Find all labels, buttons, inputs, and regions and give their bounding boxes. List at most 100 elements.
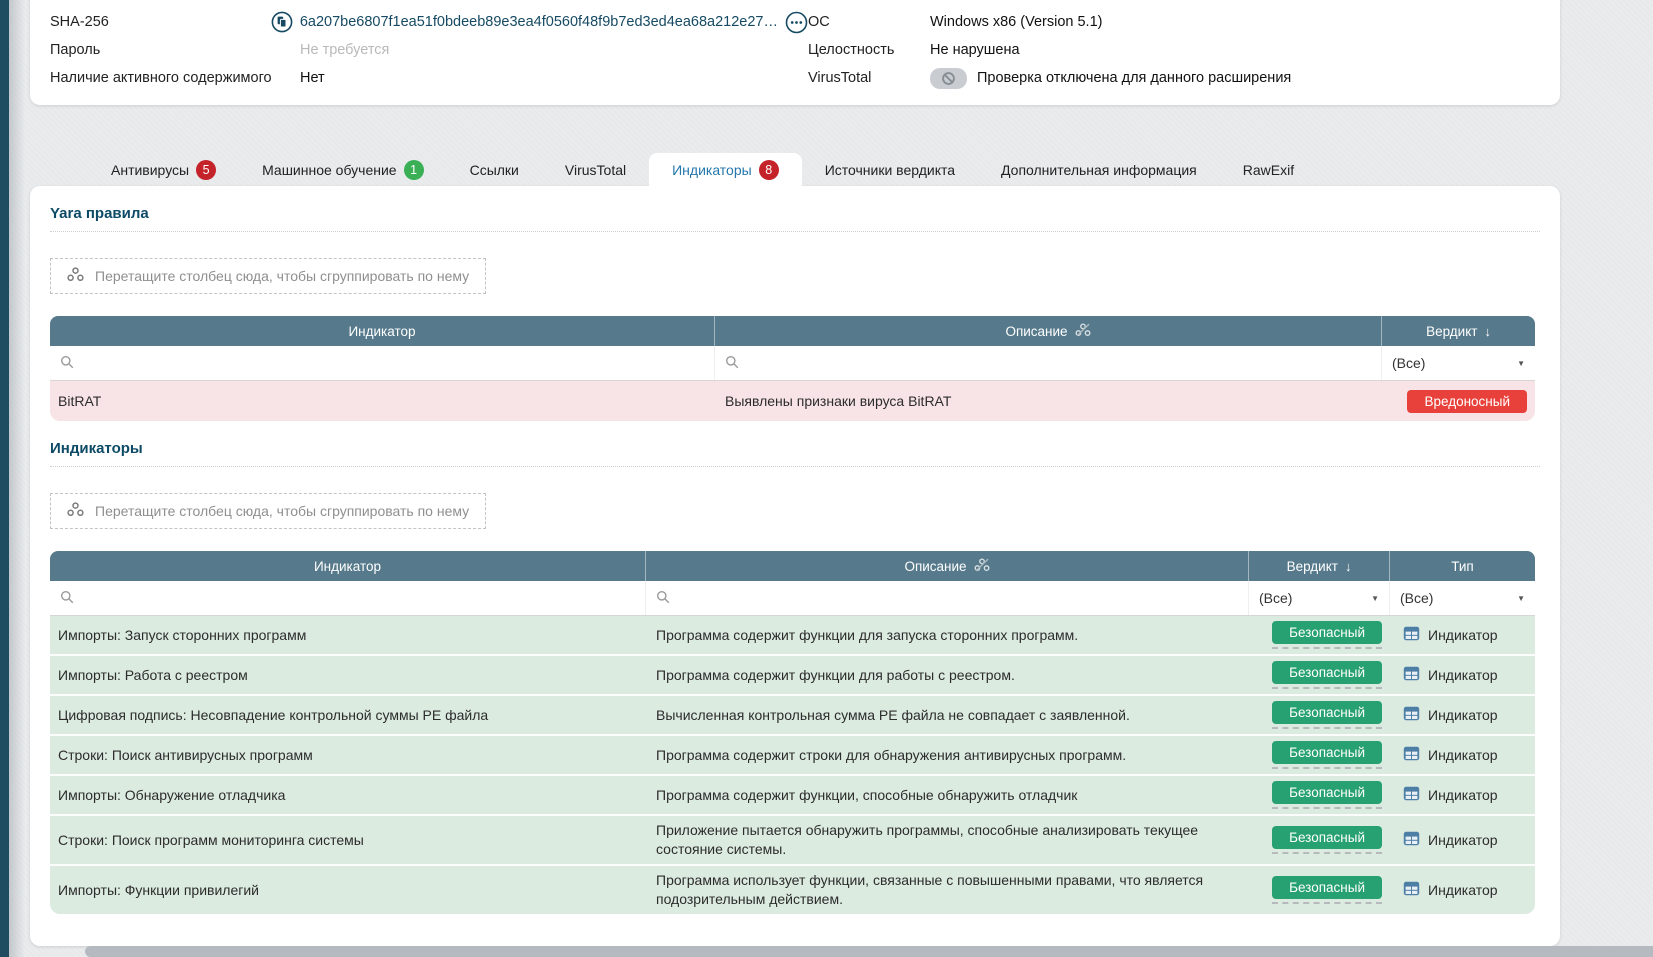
column-header[interactable]: Тип [1390, 551, 1535, 581]
table-row[interactable]: Импорты: Запуск сторонних программПрогра… [50, 616, 1535, 656]
badge-dashed-underline [1272, 807, 1382, 809]
indicator-type-icon [1403, 881, 1420, 899]
virustotal-row: VirusTotal Проверка отключена для данног… [808, 64, 1540, 92]
indicator-cell: Импорты: Обнаружение отладчика [50, 776, 646, 814]
tab-6[interactable]: Источники вердикта [802, 153, 978, 186]
indicators-table: ИндикаторОписаниеВердикт↓Тип (Все)▼(Все)… [50, 551, 1535, 914]
column-header[interactable]: Описание [715, 316, 1382, 346]
report-card: Yara правила Перетащите столбец сюда, чт… [30, 186, 1560, 946]
description-cell: Приложение пытается обнаружить программы… [646, 816, 1249, 864]
column-header-label: Индикатор [314, 559, 381, 574]
indicator-cell: BitRAT [50, 381, 715, 421]
indicator-cell: Строки: Поиск программ мониторинга систе… [50, 816, 646, 864]
section-divider [50, 231, 1540, 232]
table-row[interactable]: Строки: Поиск программ мониторинга систе… [50, 816, 1535, 866]
search-filter-input[interactable] [646, 581, 1249, 615]
column-header[interactable]: Индикатор [50, 551, 646, 581]
indicators-group-dropzone[interactable]: Перетащите столбец сюда, чтобы сгруппиро… [50, 493, 486, 529]
column-header[interactable]: Индикатор [50, 316, 715, 346]
tab-label: Ссылки [470, 162, 519, 178]
badge-dashed-underline [1272, 852, 1382, 854]
indicator-type-icon [1403, 666, 1420, 684]
column-header-label: Вердикт [1287, 559, 1338, 574]
yara-table-body: BitRATВыявлены признаки вируса BitRATВре… [50, 381, 1535, 421]
tab-3[interactable]: Ссылки [447, 153, 542, 186]
table-row[interactable]: Импорты: Функции привилегийПрограмма исп… [50, 866, 1535, 914]
table-row[interactable]: Импорты: Работа с реестромПрограмма соде… [50, 656, 1535, 696]
yara-table-filter-row: (Все)▼ [50, 346, 1535, 381]
group-hint-text: Перетащите столбец сюда, чтобы сгруппиро… [95, 268, 469, 284]
no-grouping-icon [1075, 323, 1091, 340]
description-cell: Вычисленная контрольная сумма PE файла н… [646, 696, 1249, 734]
group-icon [67, 502, 84, 520]
indicator-type-icon [1403, 626, 1420, 644]
tab-4[interactable]: VirusTotal [542, 153, 649, 186]
description-cell: Программа содержит строки для обнаружени… [646, 736, 1249, 774]
table-row[interactable]: Цифровая подпись: Несовпадение контрольн… [50, 696, 1535, 736]
tab-label: VirusTotal [565, 162, 626, 178]
horizontal-scrollbar[interactable] [85, 946, 1653, 957]
search-filter-input[interactable] [50, 581, 646, 615]
active-content-row: Наличие активного содержимого Нет [50, 64, 808, 92]
yara-table: Индикатор Описание Вердикт↓ (Все)▼ BitRATВ… [50, 316, 1535, 421]
file-info-card: SHA-256 6a207be6807f1ea51f0bdeeb89e3ea4f… [30, 0, 1560, 105]
check-disabled-icon [930, 68, 967, 89]
badge-dashed-underline [1272, 727, 1382, 729]
type-cell: Индикатор [1390, 776, 1535, 814]
verdict-filter-select[interactable]: (Все)▼ [1390, 581, 1535, 615]
column-header-label: Описание [1005, 324, 1067, 339]
os-label: ОС [808, 14, 930, 30]
tab-label: Машинное обучение [262, 162, 397, 178]
tab-7[interactable]: Дополнительная информация [978, 153, 1220, 186]
column-header[interactable]: Вердикт↓ [1249, 551, 1390, 581]
password-value: Не требуется [300, 42, 389, 58]
verdict-badge: Безопасный [1272, 876, 1382, 899]
type-label: Индикатор [1428, 707, 1498, 723]
indicator-cell: Импорты: Функции привилегий [50, 866, 646, 914]
verdict-badge: Безопасный [1272, 826, 1382, 849]
indicator-cell: Строки: Поиск антивирусных программ [50, 736, 646, 774]
search-filter-input[interactable] [50, 346, 715, 380]
filter-selected-value: (Все) [1259, 590, 1292, 606]
type-cell: Индикатор [1390, 696, 1535, 734]
verdict-badge: Безопасный [1272, 701, 1382, 724]
yara-group-dropzone[interactable]: Перетащите столбец сюда, чтобы сгруппиро… [50, 258, 486, 294]
tab-2[interactable]: Машинное обучение1 [239, 153, 447, 186]
chevron-down-icon: ▼ [1517, 359, 1525, 368]
column-header[interactable]: Описание [646, 551, 1249, 581]
verdict-cell: Безопасный [1249, 776, 1390, 814]
column-header-label: Индикатор [348, 324, 415, 339]
tab-label: RawExif [1243, 162, 1294, 178]
description-cell: Программа содержит функции для работы с … [646, 656, 1249, 694]
tab-count-badge: 5 [196, 160, 216, 180]
type-cell: Индикатор [1390, 866, 1535, 914]
search-filter-input[interactable] [715, 346, 1382, 380]
search-icon [656, 590, 670, 607]
no-grouping-icon [974, 558, 990, 575]
more-options-icon[interactable] [785, 11, 808, 34]
indicator-cell: Импорты: Работа с реестром [50, 656, 646, 694]
table-row[interactable]: Импорты: Обнаружение отладчикаПрограмма … [50, 776, 1535, 816]
verdict-cell: Безопасный [1249, 816, 1390, 864]
table-row[interactable]: Строки: Поиск антивирусных программПрогр… [50, 736, 1535, 776]
verdict-cell: Безопасный [1249, 696, 1390, 734]
copy-icon[interactable] [271, 11, 293, 33]
active-content-value: Нет [300, 70, 325, 86]
verdict-cell: Безопасный [1249, 866, 1390, 914]
verdict-filter-select[interactable]: (Все)▼ [1382, 346, 1535, 380]
verdict-filter-select[interactable]: (Все) ▼ [1249, 581, 1390, 615]
tab-5[interactable]: Индикаторы8 [649, 153, 802, 186]
yara-table-header: Индикатор Описание Вердикт↓ [50, 316, 1535, 346]
column-header[interactable]: Вердикт↓ [1382, 316, 1535, 346]
type-label: Индикатор [1428, 787, 1498, 803]
search-icon [725, 355, 739, 372]
table-row[interactable]: BitRATВыявлены признаки вируса BitRATВре… [50, 381, 1535, 421]
indicators-section-title: Индикаторы [50, 421, 1540, 457]
tab-8[interactable]: RawExif [1220, 153, 1317, 186]
search-icon [60, 355, 74, 372]
tab-1[interactable]: Антивирусы5 [88, 153, 239, 186]
indicators-table-filter-row: (Все)▼(Все)▼ [50, 581, 1535, 616]
indicator-type-icon [1403, 831, 1420, 849]
badge-dashed-underline [1272, 902, 1382, 904]
chevron-down-icon: ▼ [1371, 594, 1379, 603]
